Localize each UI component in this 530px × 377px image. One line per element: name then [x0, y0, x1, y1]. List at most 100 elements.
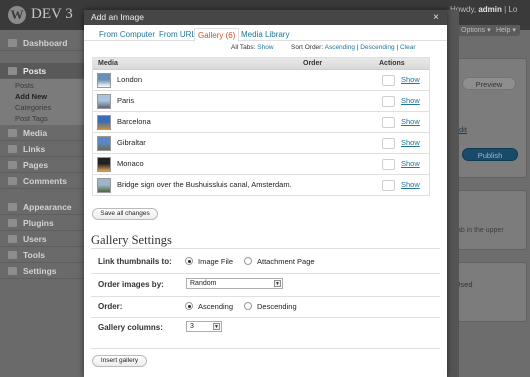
tab-gallery[interactable]: Gallery (6): [194, 28, 240, 42]
gallery-columns-select[interactable]: 3 ▼: [186, 321, 222, 332]
menu-order-input[interactable]: [382, 159, 395, 170]
column-header-order: Order: [303, 60, 323, 67]
menu-item-label: Settings: [23, 266, 57, 276]
publish-label: Publish: [477, 151, 503, 160]
media-title: Barcelona: [117, 117, 151, 126]
site-title[interactable]: DEV 3: [31, 6, 73, 23]
publish-button[interactable]: Publish: [462, 148, 518, 161]
help-button[interactable]: Help ▾: [492, 25, 520, 36]
media-icon: [8, 129, 17, 137]
image-file-label: Image File: [198, 257, 234, 266]
menu-item-label: Pages: [23, 160, 49, 170]
menu-item-label: Links: [23, 144, 46, 154]
settings-icon: [8, 267, 17, 275]
all-tabs-show-link[interactable]: Show: [257, 44, 273, 51]
divider: [91, 273, 440, 274]
menu-item-pages[interactable]: Pages: [0, 157, 84, 173]
pages-icon: [8, 161, 17, 169]
menu-item-plugins[interactable]: Plugins: [0, 215, 84, 231]
image-thumbnail: [97, 136, 111, 151]
submenu-item-posts[interactable]: Posts: [0, 80, 84, 91]
submenu-item-post-tags[interactable]: Post Tags: [0, 113, 84, 124]
wordpress-logo-icon[interactable]: W: [8, 6, 26, 24]
media-items-table: Media Order Actions London Show Paris Show B…: [92, 57, 430, 196]
menu-item-label: Dashboard: [23, 38, 68, 48]
order-images-by-select[interactable]: Random ▼: [186, 278, 283, 289]
table-row: Paris Show: [93, 91, 429, 112]
gallery-columns-label: Gallery columns:: [98, 323, 163, 332]
close-icon[interactable]: ×: [433, 10, 439, 25]
radio-image-file[interactable]: [185, 257, 193, 265]
insert-gallery-button[interactable]: Insert gallery: [92, 355, 147, 367]
order-images-by-value: Random: [190, 280, 217, 287]
save-all-changes-button[interactable]: Save all changes: [92, 208, 158, 220]
submenu-item-add-new[interactable]: Add New: [0, 91, 84, 102]
menu-item-users[interactable]: Users: [0, 231, 84, 247]
links-icon: [8, 145, 17, 153]
menu-item-media[interactable]: Media: [0, 125, 84, 141]
table-header: Media Order Actions: [93, 58, 429, 70]
log-out-link[interactable]: | Lo: [504, 5, 517, 14]
table-row: Bridge sign over the Bushuissluis canal,…: [93, 175, 429, 196]
menu-item-label: Users: [23, 234, 47, 244]
submenu-item-categories[interactable]: Categories: [0, 102, 84, 113]
divider: [91, 296, 440, 297]
menu-order-input[interactable]: [382, 96, 395, 107]
attachment-page-label: Attachment Page: [257, 257, 315, 266]
order-images-by-label: Order images by:: [98, 280, 164, 289]
gallery-settings-title: Gallery Settings: [91, 233, 172, 247]
menu-item-links[interactable]: Links: [0, 141, 84, 157]
preview-button[interactable]: Preview: [462, 77, 516, 90]
show-link[interactable]: Show: [401, 133, 420, 153]
menu-order-input[interactable]: [382, 117, 395, 128]
tab-media-library[interactable]: Media Library: [238, 28, 292, 42]
howdy-greeting: Howdy, admin | Lo: [450, 5, 517, 14]
show-link[interactable]: Show: [401, 91, 420, 111]
menu-order-input[interactable]: [382, 75, 395, 86]
menu-item-label: Comments: [23, 176, 67, 186]
sort-descending-link[interactable]: Descending: [360, 44, 394, 51]
tab-from-computer[interactable]: From Computer: [96, 28, 158, 42]
radio-attachment-page[interactable]: [244, 257, 252, 265]
menu-item-tools[interactable]: Tools: [0, 247, 84, 263]
menu-item-label: Posts: [23, 66, 47, 76]
radio-order-descending[interactable]: [244, 302, 252, 310]
chevron-down-icon: ▼: [213, 323, 220, 330]
sort-ascending-link[interactable]: Ascending: [325, 44, 355, 51]
sort-separator: |: [356, 44, 359, 51]
radio-order-ascending[interactable]: [185, 302, 193, 310]
user-name-link[interactable]: admin: [478, 5, 502, 14]
show-link[interactable]: Show: [401, 70, 420, 90]
image-thumbnail: [97, 73, 111, 88]
sort-clear-link[interactable]: Clear: [400, 44, 416, 51]
table-row: London Show: [93, 70, 429, 91]
menu-item-label: Plugins: [23, 218, 54, 228]
screen-options-button[interactable]: Options ▾: [457, 25, 495, 36]
media-title: Paris: [117, 96, 135, 105]
show-link[interactable]: Show: [401, 175, 420, 195]
menu-item-label: Appearance: [23, 202, 72, 212]
image-thumbnail: [97, 115, 111, 130]
column-header-media: Media: [98, 60, 118, 67]
show-link[interactable]: Show: [401, 154, 420, 174]
categories-box: [449, 262, 527, 322]
menu-order-input[interactable]: [382, 138, 395, 149]
divider: [91, 317, 440, 318]
menu-item-dashboard[interactable]: Dashboard: [0, 35, 84, 51]
menu-item-posts[interactable]: Posts: [0, 63, 84, 79]
gallery-columns-value: 3: [190, 323, 194, 330]
image-thumbnail: [97, 157, 111, 172]
dashboard-icon: [8, 39, 17, 47]
posts-submenu: Posts Add New Categories Post Tags: [0, 79, 84, 125]
pin-icon: [8, 67, 17, 75]
add-image-modal: Add an Image × From Computer From URL Ga…: [84, 10, 447, 377]
modal-title: Add an Image: [91, 12, 144, 22]
menu-item-appearance[interactable]: Appearance: [0, 199, 84, 215]
appearance-icon: [8, 203, 17, 211]
all-tabs-toggle: All Tabs: Show: [231, 44, 274, 51]
menu-order-input[interactable]: [382, 180, 395, 191]
tab-from-url[interactable]: From URL: [156, 28, 199, 42]
menu-item-comments[interactable]: Comments: [0, 173, 84, 189]
show-link[interactable]: Show: [401, 112, 420, 132]
menu-item-settings[interactable]: Settings: [0, 263, 84, 279]
